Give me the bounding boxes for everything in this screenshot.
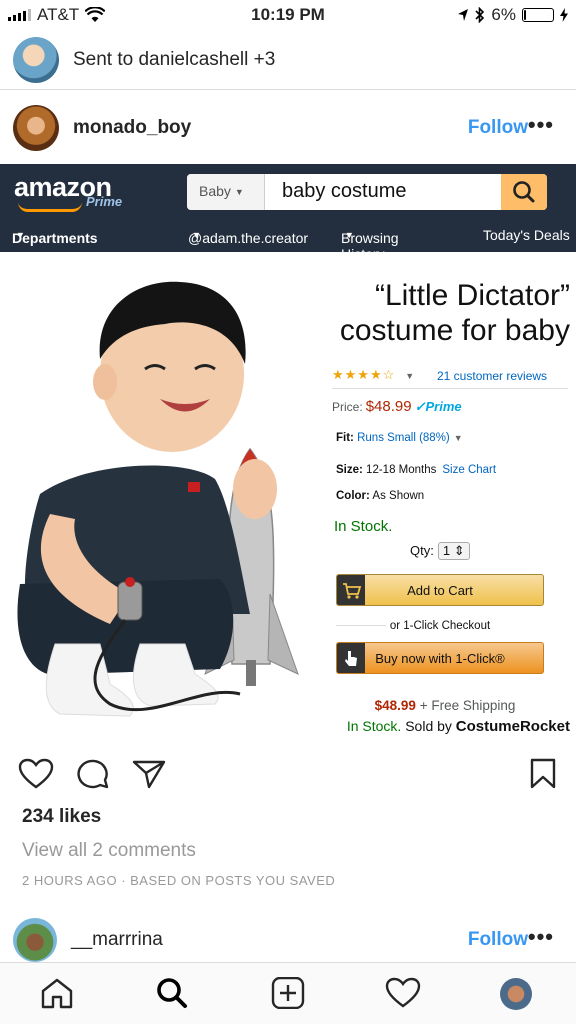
search-query: baby costume [282, 180, 407, 202]
star-rating: ★★★★☆ ▼ [332, 367, 416, 382]
price-line: Price: $48.99 ✓Prime [332, 398, 462, 415]
like-count[interactable]: 234 likes [22, 806, 101, 828]
nav-todays-deals: Today's Deals [483, 227, 570, 243]
bookmark-icon[interactable] [529, 758, 557, 790]
seller-info: In Stock. Sold by CostumeRocket [346, 718, 570, 735]
fit-attribute: Fit: Runs Small (88%) ▼ [336, 432, 463, 444]
stock-status: In Stock. [334, 518, 393, 535]
search-category: Baby ▼ [187, 174, 265, 210]
shipping-info: $48.99 + Free Shipping [374, 698, 516, 713]
chevron-down-icon: ▼ [234, 187, 244, 198]
post-image[interactable]: amazon Prime Baby ▼ baby costume Departme… [0, 164, 576, 738]
plus-square-icon[interactable] [271, 977, 305, 1009]
customer-reviews-link: 21 customer reviews [437, 369, 548, 383]
avatar[interactable] [13, 105, 59, 151]
amazon-nav: Departments ▼ @adam.the.creator ▼ Browsing… [12, 227, 570, 262]
heart-icon[interactable] [18, 758, 54, 790]
hand-pointer-icon [337, 643, 365, 673]
post-actions [0, 752, 576, 796]
location-arrow-icon [458, 9, 469, 21]
post-username[interactable]: monado_boy [73, 117, 468, 139]
post-username[interactable]: __marrrina [71, 929, 468, 951]
buy-now-button: Buy now with 1-Click® [336, 642, 544, 674]
product-panel: “Little Dictator” costume for baby ★★★★☆… [320, 252, 576, 738]
avatar [13, 36, 59, 83]
home-icon[interactable] [40, 977, 74, 1009]
charging-bolt-icon [560, 8, 568, 22]
bottom-tab-bar [0, 962, 576, 1024]
sent-to-text: Sent to danielcashell +3 [73, 48, 276, 70]
next-post-header: __marrrina Follow ••• [0, 918, 576, 962]
profile-avatar[interactable] [500, 978, 532, 1010]
battery-icon [522, 8, 554, 22]
baby-costume-photo [17, 281, 299, 717]
view-comments-link[interactable]: View all 2 comments [22, 840, 196, 862]
more-options-icon[interactable]: ••• [528, 112, 554, 138]
product-title: “Little Dictator” costume for baby [339, 279, 570, 347]
amazon-smile-icon [18, 202, 82, 212]
follow-button[interactable]: Follow [468, 117, 528, 139]
bluetooth-icon [475, 7, 485, 23]
battery-percent: 6% [491, 5, 516, 24]
post-header: monado_boy Follow ••• [0, 100, 576, 156]
color-attribute: Color: As Shown [336, 490, 425, 502]
size-attribute: Size: 12-18 Months Size Chart [336, 464, 497, 476]
quantity-selector: Qty: 1 ⇕ [410, 542, 470, 560]
prime-badge: ✓Prime [414, 399, 462, 414]
cart-icon [337, 575, 365, 605]
add-to-cart-button: Add to Cart [336, 574, 544, 606]
activity-heart-icon[interactable] [385, 977, 421, 1009]
follow-button[interactable]: Follow [468, 929, 528, 951]
post-timestamp: 2 HOURS AGO · BASED ON POSTS YOU SAVED [22, 873, 336, 888]
status-bar: AT&T 10:19 PM 6% [0, 0, 576, 30]
divider [332, 388, 568, 389]
comment-icon[interactable] [76, 758, 110, 790]
search-icon[interactable] [155, 977, 189, 1009]
search-icon [501, 174, 547, 210]
paper-plane-icon[interactable] [132, 758, 166, 790]
avatar[interactable] [13, 918, 57, 962]
amazon-search-bar: Baby ▼ baby costume [187, 174, 547, 210]
amazon-prime-label: Prime [86, 194, 123, 209]
amazon-header: amazon Prime Baby ▼ baby costume Departme… [0, 164, 576, 262]
direct-sent-banner[interactable]: Sent to danielcashell +3 [0, 30, 576, 90]
one-click-checkout-label: or 1-Click Checkout [389, 620, 491, 632]
more-options-icon[interactable]: ••• [528, 924, 554, 950]
